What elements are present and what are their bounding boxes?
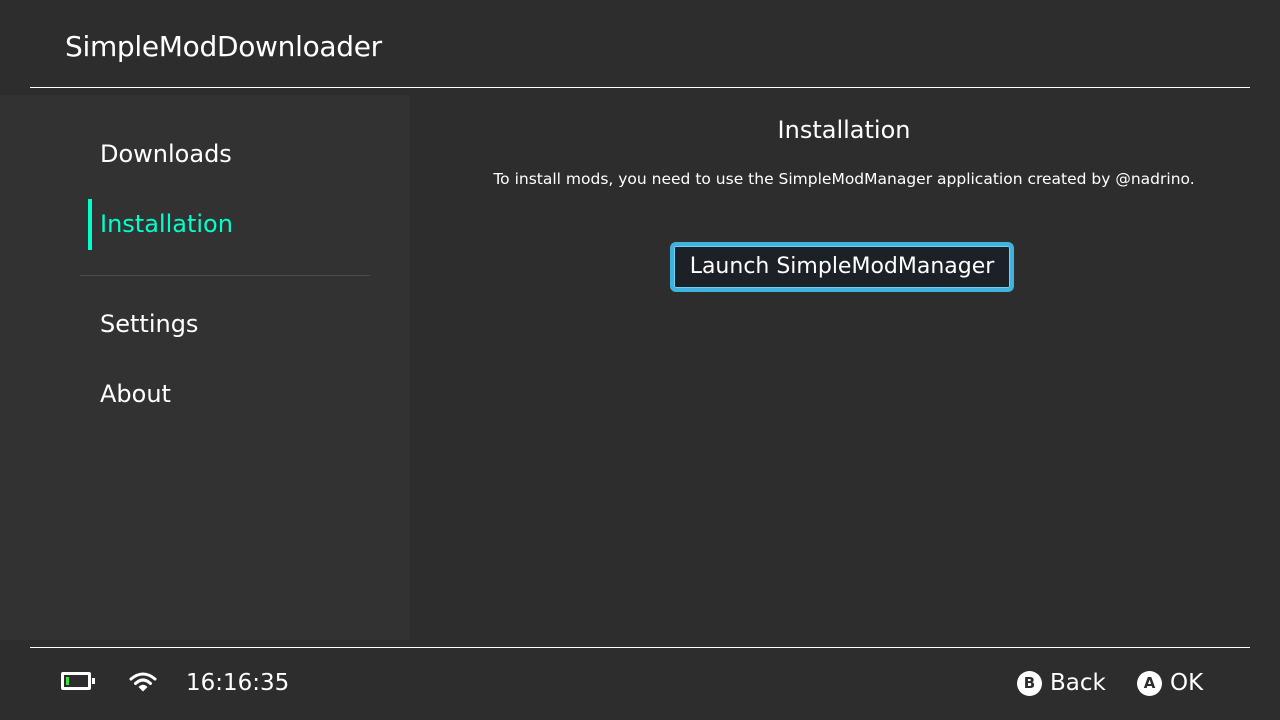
sidebar-item-installation[interactable]: Installation: [100, 209, 233, 239]
wifi-icon: [129, 672, 157, 692]
back-hint[interactable]: B Back: [1017, 668, 1106, 698]
app-title: SimpleModDownloader: [65, 30, 382, 63]
footer: 16:16:35 B Back A OK: [0, 648, 1280, 720]
header-divider: [30, 87, 1250, 88]
page-title: Installation: [777, 116, 911, 144]
launch-simplemodmanager-button[interactable]: Launch SimpleModManager: [670, 242, 1014, 292]
header: SimpleModDownloader: [0, 0, 1280, 88]
active-item-indicator: [88, 199, 92, 250]
install-description: To install mods, you need to use the Sim…: [493, 170, 1195, 188]
b-button-icon: B: [1017, 670, 1042, 696]
main-content: Installation To install mods, you need t…: [410, 95, 1280, 640]
sidebar-item-about[interactable]: About: [100, 379, 171, 409]
ok-hint[interactable]: A OK: [1137, 668, 1203, 698]
battery-level: [66, 677, 69, 685]
battery-icon: [61, 672, 95, 690]
app-window: SimpleModDownloader Downloads Installati…: [0, 0, 1280, 720]
sidebar-divider: [80, 275, 370, 276]
ok-label: OK: [1170, 670, 1204, 696]
a-button-icon: A: [1137, 670, 1162, 696]
sidebar-item-settings[interactable]: Settings: [100, 309, 198, 339]
back-label: Back: [1050, 670, 1106, 696]
sidebar: Downloads Installation Settings About: [0, 95, 410, 640]
sidebar-item-downloads[interactable]: Downloads: [100, 139, 232, 169]
clock: 16:16:35: [186, 670, 290, 696]
